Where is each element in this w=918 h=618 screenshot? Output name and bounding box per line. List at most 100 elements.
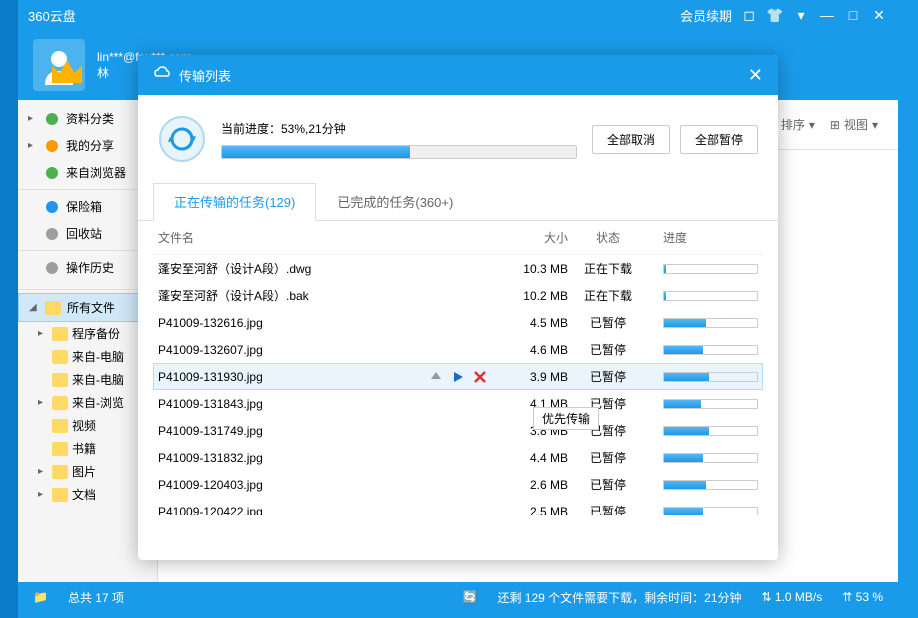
sidebar-label: 回收站 bbox=[66, 225, 102, 242]
browser-icon bbox=[44, 165, 60, 181]
file-progress bbox=[663, 291, 758, 301]
tree-item-6[interactable]: ▸ 图片 bbox=[18, 460, 157, 483]
sidebar-item-all-files[interactable]: ◢ 所有文件 bbox=[18, 293, 157, 322]
transfer-table: 文件名 大小 状态 进度 蓬安至河舒（设计A段）.dwg10.3 MB正在下载蓬… bbox=[138, 221, 778, 515]
file-progress bbox=[663, 372, 758, 382]
file-status: 已暂停 bbox=[568, 503, 648, 515]
tree-expand-icon[interactable]: ▸ bbox=[38, 489, 48, 500]
file-status: 已暂停 bbox=[568, 314, 648, 331]
status-item-count: 总共 17 项 bbox=[68, 589, 443, 606]
tree-label: 图片 bbox=[72, 463, 96, 480]
tree-label: 程序备份 bbox=[72, 325, 120, 342]
sidebar-item-1[interactable]: ▸我的分享 bbox=[18, 132, 157, 159]
table-row[interactable]: P41009-120422.jpg2.5 MB已暂停 bbox=[153, 498, 763, 515]
file-size: 10.2 MB bbox=[498, 289, 568, 303]
file-size: 2.6 MB bbox=[498, 478, 568, 492]
modal-close-button[interactable]: ✕ bbox=[748, 65, 763, 86]
file-size: 3.9 MB bbox=[498, 370, 568, 384]
tree-item-1[interactable]: 来自-电脑 bbox=[18, 345, 157, 368]
sidebar-item-0[interactable]: ▸ 资料分类 bbox=[18, 105, 157, 132]
table-row[interactable]: P41009-132607.jpg4.6 MB已暂停 bbox=[153, 336, 763, 363]
file-progress bbox=[663, 345, 758, 355]
tree-root-label: 所有文件 bbox=[67, 299, 115, 316]
menu-dropdown-icon[interactable]: ▾ bbox=[792, 6, 810, 24]
tree-label: 视频 bbox=[72, 417, 96, 434]
titlebar: 360云盘 会员续期 ◻ 👕 ▾ — □ ✕ bbox=[18, 0, 898, 30]
minimize-icon[interactable]: — bbox=[818, 6, 836, 24]
sidebar-item-2[interactable]: 来自浏览器 bbox=[18, 159, 157, 186]
table-row[interactable]: P41009-131843.jpg4.1 MB已暂停 bbox=[153, 390, 763, 417]
table-row[interactable]: P41009-132616.jpg4.5 MB已暂停 bbox=[153, 309, 763, 336]
status-folder-icon: 📁 bbox=[33, 590, 48, 604]
file-size: 4.4 MB bbox=[498, 451, 568, 465]
view-toggle[interactable]: ⊞ 视图 ▾ bbox=[830, 116, 878, 133]
tree-item-5[interactable]: 书籍 bbox=[18, 437, 157, 460]
maximize-icon[interactable]: □ bbox=[844, 6, 862, 24]
safe-icon bbox=[44, 199, 60, 215]
col-status: 状态 bbox=[568, 229, 648, 246]
file-status: 已暂停 bbox=[568, 368, 648, 385]
close-icon[interactable]: ✕ bbox=[870, 6, 888, 24]
tree-expand-icon[interactable]: ▸ bbox=[38, 466, 48, 477]
pause-all-button[interactable]: 全部暂停 bbox=[680, 125, 758, 154]
table-row[interactable]: P41009-120403.jpg2.6 MB已暂停 bbox=[153, 471, 763, 498]
file-progress bbox=[663, 453, 758, 463]
status-sync-icon[interactable]: 🔄 bbox=[463, 590, 478, 604]
transfer-modal: 传输列表 ✕ 当前进度：53%,21分钟 全部取消 全部暂停 正在传输的任务(1… bbox=[138, 55, 778, 560]
expand-icon[interactable]: ▸ bbox=[28, 140, 38, 151]
sidebar-item-5[interactable]: 操作历史 bbox=[18, 254, 157, 281]
file-name: P41009-131843.jpg bbox=[158, 397, 418, 411]
history-icon bbox=[44, 260, 60, 276]
tree-item-3[interactable]: ▸ 来自-浏览 bbox=[18, 391, 157, 414]
sidebar-label: 保险箱 bbox=[66, 198, 102, 215]
expand-icon[interactable]: ▸ bbox=[28, 113, 38, 124]
tree-item-0[interactable]: ▸ 程序备份 bbox=[18, 322, 157, 345]
table-header: 文件名 大小 状态 进度 bbox=[153, 221, 763, 255]
cancel-all-button[interactable]: 全部取消 bbox=[592, 125, 670, 154]
modal-tabs: 正在传输的任务(129) 已完成的任务(360+) bbox=[138, 183, 778, 221]
crown-badge-icon bbox=[47, 53, 87, 93]
sidebar-label: 操作历史 bbox=[66, 259, 114, 276]
cancel-icon[interactable] bbox=[473, 370, 487, 384]
file-status: 正在下载 bbox=[568, 287, 648, 304]
file-name: P41009-132616.jpg bbox=[158, 316, 418, 330]
tree-item-2[interactable]: 来自-电脑 bbox=[18, 368, 157, 391]
divider bbox=[18, 289, 157, 290]
file-name: P41009-131832.jpg bbox=[158, 451, 418, 465]
progress-fill bbox=[222, 146, 410, 158]
tab-completed[interactable]: 已完成的任务(360+) bbox=[316, 183, 474, 220]
folder-icon bbox=[52, 396, 68, 410]
sidebar-item-4[interactable]: 回收站 bbox=[18, 220, 157, 247]
sidebar-item-3[interactable]: 保险箱 bbox=[18, 193, 157, 220]
file-progress bbox=[663, 507, 758, 516]
tree-label: 文档 bbox=[72, 486, 96, 503]
tree-expand-icon[interactable]: ▸ bbox=[38, 328, 48, 339]
file-name: P41009-132607.jpg bbox=[158, 343, 418, 357]
user-avatar[interactable] bbox=[33, 39, 85, 91]
tree-item-4[interactable]: 视频 bbox=[18, 414, 157, 437]
chat-icon[interactable]: ◻ bbox=[740, 6, 758, 24]
skin-icon[interactable]: 👕 bbox=[766, 6, 784, 24]
sort-dropdown[interactable]: 排序 ▾ bbox=[781, 116, 815, 133]
tree-label: 来自-浏览 bbox=[72, 394, 124, 411]
table-row[interactable]: 蓬安至河舒（设计A段）.dwg10.3 MB正在下载 bbox=[153, 255, 763, 282]
sidebar-label: 资料分类 bbox=[66, 110, 114, 127]
tree-label: 来自-电脑 bbox=[72, 371, 124, 388]
folder-icon bbox=[52, 327, 68, 341]
table-row[interactable]: P41009-131930.jpg3.9 MB已暂停 bbox=[153, 363, 763, 390]
play-icon[interactable] bbox=[451, 370, 465, 384]
category-icon bbox=[44, 111, 60, 127]
tab-transferring[interactable]: 正在传输的任务(129) bbox=[153, 183, 316, 221]
arrow-up-icon[interactable] bbox=[429, 370, 443, 384]
tree-item-7[interactable]: ▸ 文档 bbox=[18, 483, 157, 506]
file-size: 4.6 MB bbox=[498, 343, 568, 357]
tree-label: 来自-电脑 bbox=[72, 348, 124, 365]
recycle-icon bbox=[44, 226, 60, 242]
membership-link[interactable]: 会员续期 bbox=[680, 6, 732, 25]
table-row[interactable]: P41009-131832.jpg4.4 MB已暂停 bbox=[153, 444, 763, 471]
tree-collapse-icon[interactable]: ◢ bbox=[29, 302, 39, 313]
tree-expand-icon[interactable]: ▸ bbox=[38, 397, 48, 408]
folder-icon bbox=[52, 488, 68, 502]
table-row[interactable]: P41009-131749.jpg3.8 MB已暂停 bbox=[153, 417, 763, 444]
table-row[interactable]: 蓬安至河舒（设计A段）.bak10.2 MB正在下载 bbox=[153, 282, 763, 309]
